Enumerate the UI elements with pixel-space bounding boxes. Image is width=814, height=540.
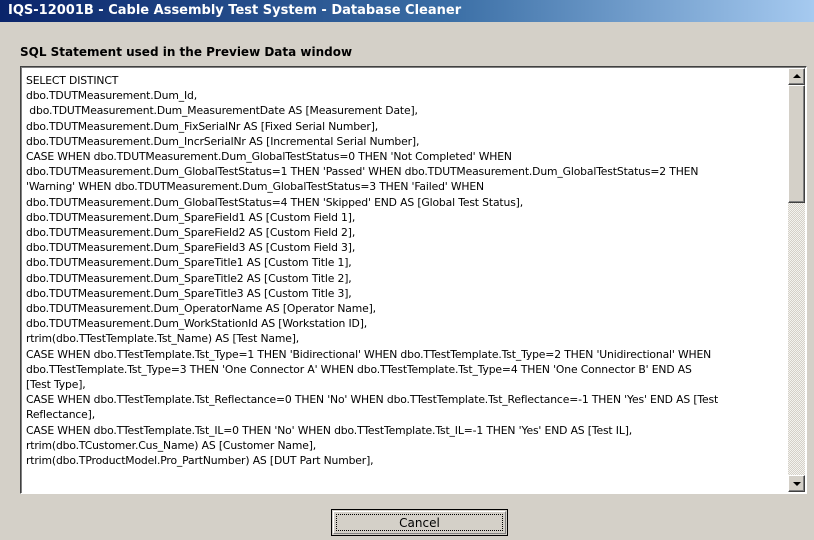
database-cleaner-window: IQS-12001B - Cable Assembly Test System … [0, 0, 814, 540]
title-bar[interactable]: IQS-12001B - Cable Assembly Test System … [0, 0, 814, 22]
sql-statement-textarea[interactable]: SELECT DISTINCT dbo.TDUTMeasurement.Dum_… [20, 66, 807, 494]
scroll-down-button[interactable] [788, 475, 805, 492]
vertical-scrollbar[interactable] [788, 68, 805, 492]
cancel-button-label: Cancel [399, 516, 440, 530]
sql-section-label: SQL Statement used in the Preview Data w… [20, 45, 353, 59]
window-title: IQS-12001B - Cable Assembly Test System … [8, 3, 462, 18]
sql-statement-text: SELECT DISTINCT dbo.TDUTMeasurement.Dum_… [26, 74, 719, 468]
scroll-up-button[interactable] [788, 68, 805, 85]
arrow-down-icon [793, 482, 801, 486]
arrow-up-icon [793, 74, 801, 78]
cancel-button[interactable]: Cancel [331, 509, 508, 536]
scrollbar-thumb[interactable] [788, 85, 805, 203]
